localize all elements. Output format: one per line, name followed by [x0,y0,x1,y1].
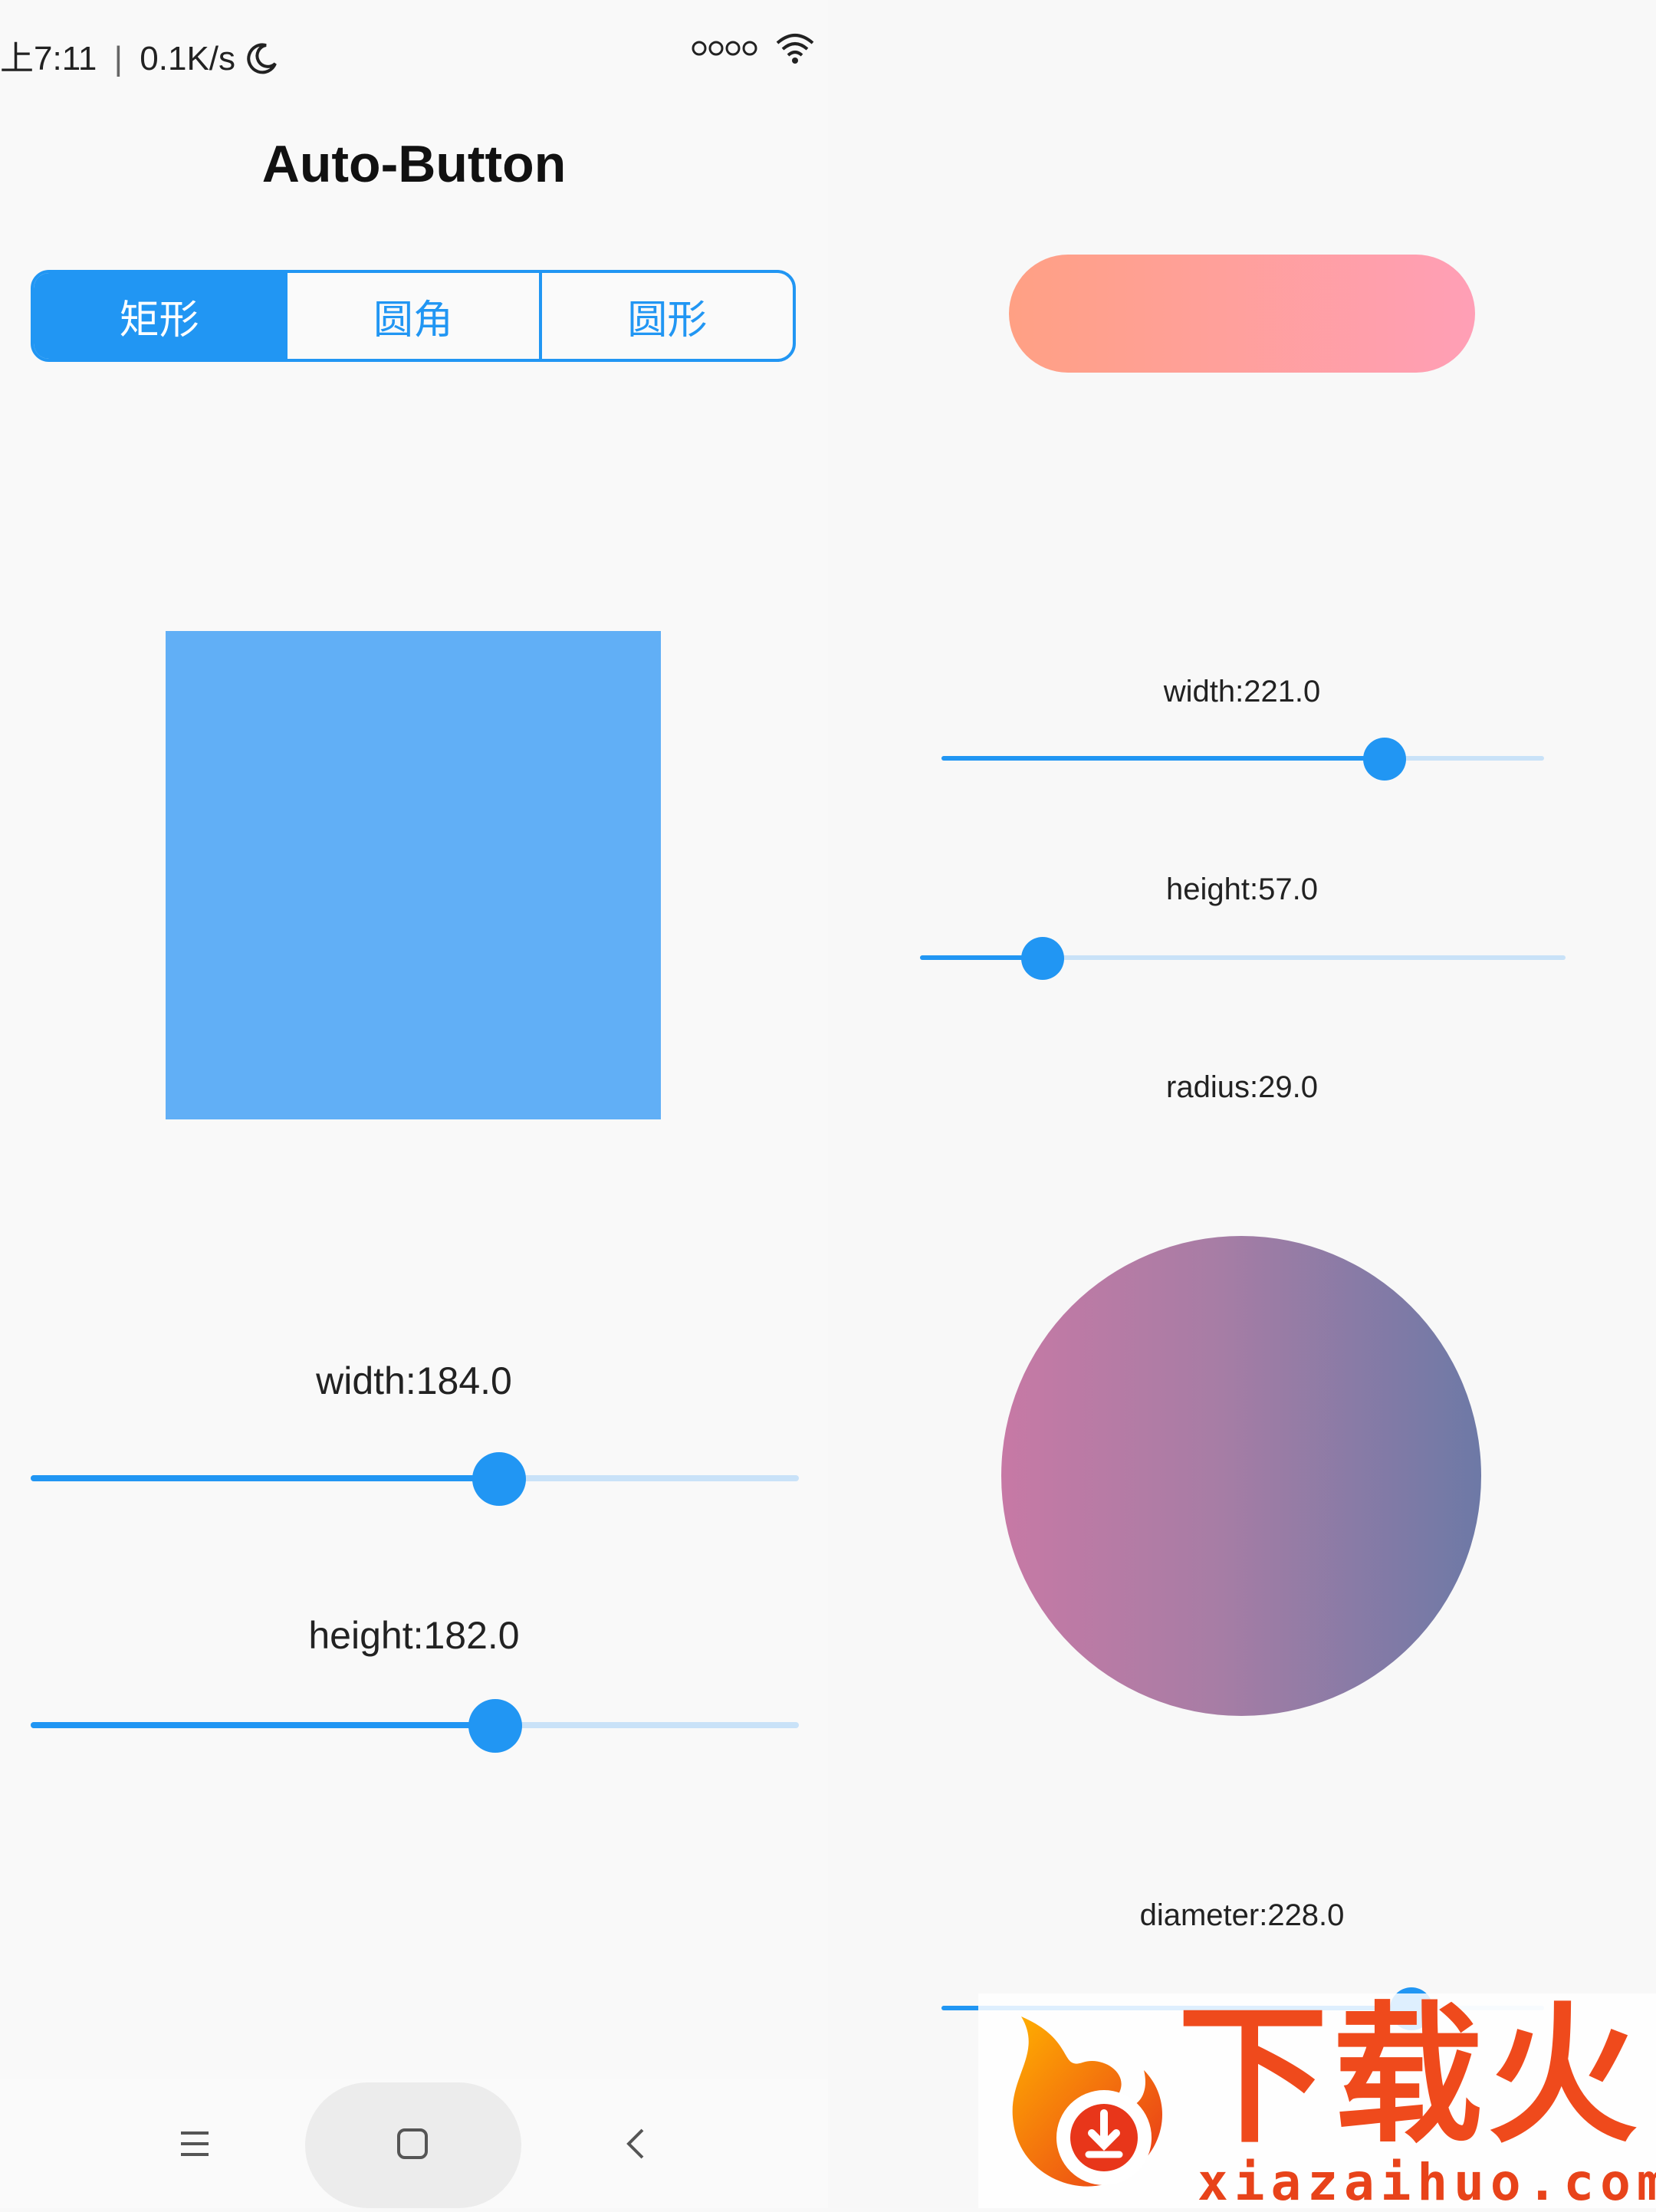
left-height-label: height:182.0 [308,1614,520,1657]
radius-label: radius:29.0 [1166,1070,1318,1104]
watermark-brand-en: xiazaihuo.com [1198,2153,1656,2212]
left-height-slider[interactable] [31,1699,799,1753]
segment-rounded[interactable]: 圆角 [284,273,538,359]
status-divider: | [113,40,123,77]
watermark: 下载火 xiazaihuo.com [978,1992,1656,2212]
status-right [692,32,816,71]
moon-icon [245,40,278,77]
left-screen: 上7:11 | 0.1K/s Auto-Button 矩形 圆角 圆形 widt… [0,0,828,2208]
right-width-label: width:221.0 [1163,675,1321,708]
slider-active-track [31,1722,495,1728]
left-width-slider[interactable] [31,1452,799,1506]
slider-thumb[interactable] [468,1699,522,1753]
wifi-icon [774,32,816,71]
shape-segmented-control: 矩形 圆角 圆形 [31,270,796,362]
slider-thumb[interactable] [1021,937,1064,980]
left-width-label: width:184.0 [316,1359,512,1402]
gradient-circle-preview[interactable] [1001,1236,1481,1716]
signal-dots-icon [692,37,761,67]
gradient-button-preview[interactable] [1009,255,1475,373]
slider-active-track [941,756,1385,761]
preview-rectangle [166,631,661,1119]
page-title: Auto-Button [261,135,567,193]
right-height-label: height:57.0 [1166,873,1318,906]
slider-active-track [31,1475,499,1481]
segment-circle[interactable]: 圆形 [538,273,793,359]
back-chevron-icon[interactable] [618,2125,655,2162]
watermark-brand-cn: 下载火 [1178,1992,1643,2160]
status-bar: 上7:11 | 0.1K/s [0,0,828,100]
home-square-icon[interactable] [394,2125,431,2162]
right-width-slider[interactable] [941,738,1544,781]
right-height-slider[interactable] [920,937,1566,980]
diameter-label: diameter:228.0 [1139,1898,1345,1932]
status-network-speed: 0.1K/s [140,40,236,77]
flame-logo-icon [991,2009,1190,2200]
status-left: 上7:11 | 0.1K/s [0,31,278,80]
status-time: 上7:11 [0,40,97,77]
slider-thumb[interactable] [472,1452,526,1506]
menu-icon[interactable] [176,2125,213,2162]
slider-thumb[interactable] [1363,738,1406,781]
segment-rectangle[interactable]: 矩形 [34,273,285,359]
